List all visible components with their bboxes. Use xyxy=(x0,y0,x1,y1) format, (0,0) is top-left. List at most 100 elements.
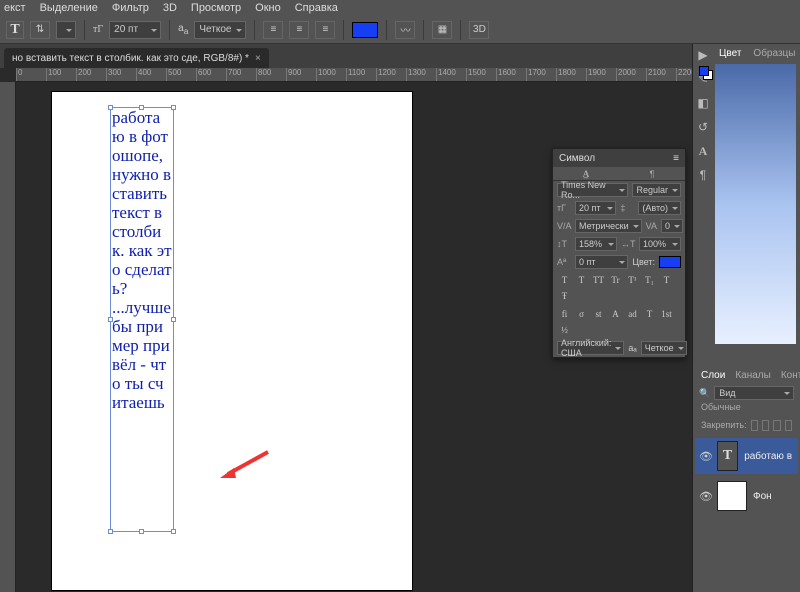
style-button[interactable]: T¹ xyxy=(625,273,640,287)
menu-text[interactable]: екст xyxy=(4,2,26,14)
style-button[interactable]: T xyxy=(659,273,674,287)
lock-pixels-icon[interactable] xyxy=(751,420,758,431)
layer-thumbnail[interactable]: T xyxy=(717,441,738,471)
menu-select[interactable]: Выделение xyxy=(40,2,98,14)
panel-header[interactable]: Символ ≡ xyxy=(553,149,685,167)
type-tool-icon[interactable]: T xyxy=(6,21,24,39)
layer-row[interactable]: 👁 T работаю в фо... xyxy=(695,438,798,474)
document-tab-bar: но вставить текст в столбик. как это сде… xyxy=(0,44,800,68)
layer-row[interactable]: 👁 Фон xyxy=(695,478,798,514)
document-tab-title: но вставить текст в столбик. как это сде… xyxy=(12,53,249,64)
style-button[interactable]: TT xyxy=(591,273,606,287)
tab-layers[interactable]: Слои xyxy=(701,370,725,381)
opentype-button[interactable]: T xyxy=(642,307,657,321)
style-button[interactable]: Tr xyxy=(608,273,623,287)
leading-field[interactable]: (Авто) xyxy=(638,201,681,215)
char-icon[interactable]: A xyxy=(696,144,710,158)
filter-icon[interactable]: 🔍 xyxy=(699,388,710,399)
vscale-field[interactable]: 158% xyxy=(575,237,617,251)
opentype-button[interactable]: 1st xyxy=(659,307,674,321)
aa-field[interactable]: Четкое xyxy=(641,341,687,355)
tab-character-icon[interactable]: A̲ xyxy=(553,167,619,180)
menu-filter[interactable]: Фильтр xyxy=(112,2,149,14)
align-left-icon[interactable]: ≡ xyxy=(263,21,283,39)
opentype-button[interactable]: st xyxy=(591,307,606,321)
resize-handle[interactable] xyxy=(139,105,144,110)
resize-handle[interactable] xyxy=(171,529,176,534)
clone-icon[interactable]: ◧ xyxy=(696,96,710,110)
lock-all-icon[interactable] xyxy=(773,420,780,431)
resize-handle[interactable] xyxy=(108,529,113,534)
tab-paths[interactable]: Контур xyxy=(781,370,800,381)
menu-3d[interactable]: 3D xyxy=(163,2,177,14)
font-family-dropdown[interactable] xyxy=(56,21,76,39)
resize-handle[interactable] xyxy=(171,317,176,322)
lock-position-icon[interactable] xyxy=(762,420,769,431)
opentype-button[interactable]: fi xyxy=(557,307,572,321)
menu-view[interactable]: Просмотр xyxy=(191,2,241,14)
layer-name[interactable]: работаю в фо... xyxy=(744,451,794,462)
opentype-button[interactable]: ad xyxy=(625,307,640,321)
align-right-icon[interactable]: ≡ xyxy=(315,21,335,39)
tab-swatches[interactable]: Образцы xyxy=(753,48,795,59)
character-panel[interactable]: Символ ≡ A̲ ¶ Times New Ro... Regular тГ… xyxy=(552,148,686,358)
panel-menu-icon[interactable]: ≡ xyxy=(673,153,679,164)
text-color-swatch[interactable] xyxy=(352,22,378,38)
canvas[interactable]: работаю в фотошопе, нужно вставить текст… xyxy=(52,92,412,590)
layers-panel: Слои Каналы Контур 🔍 Вид Обычные Закрепи… xyxy=(695,366,798,590)
tracking-field[interactable]: 0 xyxy=(661,219,683,233)
text-frame[interactable]: работаю в фотошопе, нужно вставить текст… xyxy=(110,107,174,532)
tab-channels[interactable]: Каналы xyxy=(735,370,771,381)
opentype-button[interactable]: ½ xyxy=(557,323,572,337)
tab-color[interactable]: Цвет xyxy=(719,48,741,59)
tab-paragraph-icon[interactable]: ¶ xyxy=(619,167,685,180)
opentype-button[interactable]: σ xyxy=(574,307,589,321)
font-size-dropdown[interactable]: 20 пт xyxy=(109,21,161,39)
history-icon[interactable]: ↺ xyxy=(696,120,710,134)
text-color-swatch[interactable] xyxy=(659,256,681,268)
close-icon[interactable]: × xyxy=(255,53,261,64)
warp-text-icon[interactable]: 〰 xyxy=(395,21,415,39)
text-content[interactable]: работаю в фотошопе, нужно вставить текст… xyxy=(111,108,173,412)
blend-mode-dropdown[interactable]: Обычные xyxy=(695,402,798,416)
layer-thumbnail[interactable] xyxy=(717,481,747,511)
visibility-icon[interactable]: 👁 xyxy=(699,450,711,463)
hscale-icon: ↔T xyxy=(621,239,635,249)
menu-help[interactable]: Справка xyxy=(295,2,338,14)
annotation-arrow xyxy=(220,450,270,480)
align-center-icon[interactable]: ≡ xyxy=(289,21,309,39)
font-style-field[interactable]: Regular xyxy=(632,183,681,197)
font-size-field[interactable]: 20 пт xyxy=(575,201,616,215)
para-icon[interactable]: ¶ xyxy=(696,168,710,182)
language-field[interactable]: Английский: США xyxy=(557,341,624,355)
panels-toggle-icon[interactable]: ▦ xyxy=(432,21,452,39)
style-button[interactable]: T₁ xyxy=(642,273,657,287)
fg-bg-swatch[interactable] xyxy=(699,66,713,80)
lock-artboard-icon[interactable] xyxy=(785,420,792,431)
menu-window[interactable]: Окно xyxy=(255,2,281,14)
panel-title: Символ xyxy=(559,153,595,164)
resize-handle[interactable] xyxy=(139,529,144,534)
kerning-field[interactable]: Метрически xyxy=(575,219,642,233)
visibility-icon[interactable]: 👁 xyxy=(699,490,711,503)
orientation-toggle-icon[interactable]: ⇅ xyxy=(30,21,50,39)
resize-handle[interactable] xyxy=(171,105,176,110)
document-tab[interactable]: но вставить текст в столбик. как это сде… xyxy=(4,48,269,68)
resize-handle[interactable] xyxy=(108,317,113,322)
opentype-button[interactable]: A xyxy=(608,307,623,321)
play-icon[interactable]: ▶ xyxy=(696,48,710,62)
hscale-field[interactable]: 100% xyxy=(639,237,681,251)
leading-icon: ‡ xyxy=(620,203,634,213)
style-button[interactable]: T xyxy=(574,273,589,287)
3d-icon[interactable]: 3D xyxy=(469,21,489,39)
resize-handle[interactable] xyxy=(108,105,113,110)
antialias-dropdown[interactable]: Четкое xyxy=(194,21,246,39)
tracking-icon: VA xyxy=(646,221,657,231)
layer-name[interactable]: Фон xyxy=(753,491,772,502)
baseline-field[interactable]: 0 пт xyxy=(575,255,628,269)
font-family-field[interactable]: Times New Ro... xyxy=(557,183,628,197)
color-picker[interactable] xyxy=(715,64,796,344)
layer-filter-dropdown[interactable]: Вид xyxy=(714,386,794,400)
style-button[interactable]: Ŧ xyxy=(557,289,572,303)
style-button[interactable]: T xyxy=(557,273,572,287)
